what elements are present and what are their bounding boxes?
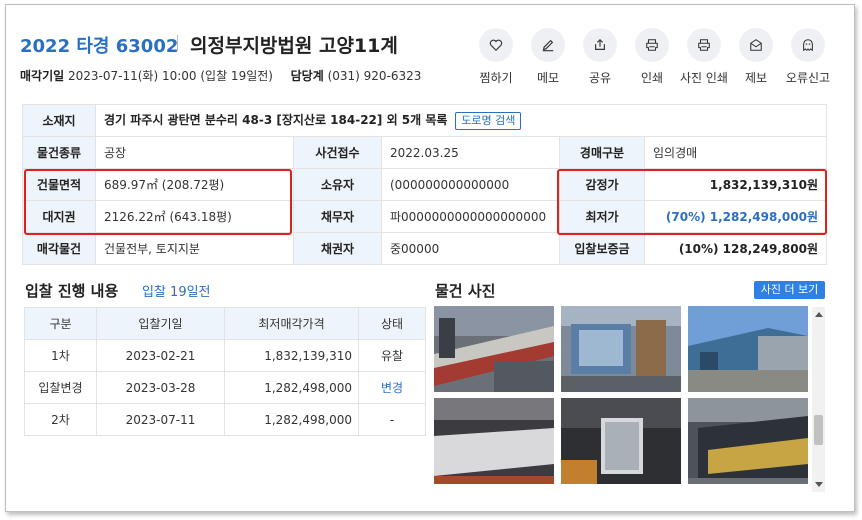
error-report-label: 오류신고 bbox=[785, 71, 831, 85]
bid-status-link[interactable]: 변경 bbox=[358, 371, 426, 404]
type-row: 물건종류 공장 사건접수 2022.03.25 경매구분 임의경매 bbox=[22, 136, 827, 169]
bid-status: 유찰 bbox=[358, 339, 426, 372]
bid-date: 2023-03-28 bbox=[96, 371, 225, 404]
property-photo[interactable] bbox=[688, 398, 808, 484]
table-row: 1차 2023-02-21 1,832,139,310 유찰 bbox=[24, 339, 426, 372]
address-label: 소재지 bbox=[22, 104, 96, 137]
deposit-label: 입찰보증금 bbox=[559, 232, 645, 265]
sale-item-label: 매각물건 bbox=[22, 232, 96, 265]
scroll-up-arrow-icon[interactable] bbox=[815, 312, 823, 317]
dept-label: 담당계 bbox=[290, 69, 324, 83]
print-icon bbox=[698, 39, 710, 51]
share-label: 공유 bbox=[588, 71, 612, 85]
address-value: 경기 파주시 광탄면 분수리 48-3 [장지산로 184-22] 외 5개 목… bbox=[104, 113, 448, 127]
bid-round: 1차 bbox=[24, 339, 97, 372]
photo-print-label: 사진 인쇄 bbox=[680, 71, 728, 85]
bid-header-date: 입찰기일 bbox=[96, 307, 225, 340]
debtor-value: 파0000000000000000000 bbox=[381, 200, 560, 233]
scroll-down-arrow-icon[interactable] bbox=[815, 482, 823, 487]
bid-header-status: 상태 bbox=[358, 307, 426, 340]
case-number: 2022 타경 63002 bbox=[20, 36, 179, 57]
ghost-icon bbox=[803, 39, 813, 52]
bid-price: 1,832,139,310 bbox=[224, 339, 359, 372]
bid-status: - bbox=[358, 403, 426, 436]
received-value: 2022.03.25 bbox=[381, 136, 560, 169]
bid-date: 2023-07-11 bbox=[96, 403, 225, 436]
address-row: 소재지 경기 파주시 광탄면 분수리 48-3 [장지산로 184-22] 외 … bbox=[22, 104, 827, 137]
bid-history-table: 구분 입찰기일 최저매각가격 상태 1차 2023-02-21 1,832,13… bbox=[24, 307, 426, 436]
more-photos-button[interactable]: 사진 더 보기 bbox=[754, 281, 825, 299]
photo-print-button[interactable]: 사진 인쇄 bbox=[674, 28, 734, 86]
property-photo[interactable] bbox=[688, 306, 808, 392]
area-highlight-box bbox=[24, 169, 292, 235]
sale-meta: 매각기일 2023-07-11(화) 10:00 (입찰 19일전) 담당계 (… bbox=[20, 67, 421, 84]
mail-icon bbox=[750, 39, 762, 51]
sale-item-row: 매각물건 건물전부, 토지지분 채권자 중00000 입찰보증금 (10%) 1… bbox=[22, 232, 827, 265]
sale-date-label: 매각기일 bbox=[20, 69, 65, 83]
price-highlight-box bbox=[557, 169, 827, 235]
court-name: 의정부지방법원 고양11계 bbox=[190, 35, 398, 57]
bid-round: 입찰변경 bbox=[24, 371, 97, 404]
bid-header-price: 최저매각가격 bbox=[224, 307, 359, 340]
owner-value: (000000000000000 bbox=[381, 168, 560, 201]
header-divider bbox=[177, 35, 178, 51]
property-photo[interactable] bbox=[561, 306, 681, 392]
bid-section-title: 입찰 진행 내용 bbox=[25, 282, 119, 300]
creditor-value: 중00000 bbox=[381, 232, 560, 265]
property-photo[interactable] bbox=[561, 398, 681, 484]
bid-section-subtitle: 입찰 19일전 bbox=[142, 285, 211, 300]
bid-header-round: 구분 bbox=[24, 307, 97, 340]
memo-label: 메모 bbox=[536, 71, 560, 85]
bid-round: 2차 bbox=[24, 403, 97, 436]
auction-kind-value: 임의경매 bbox=[644, 136, 827, 169]
table-row: 2차 2023-07-11 1,282,498,000 - bbox=[24, 403, 426, 436]
report-button[interactable]: 제보 bbox=[726, 28, 786, 86]
scroll-thumb[interactable] bbox=[814, 415, 823, 445]
bid-price: 1,282,498,000 bbox=[224, 403, 359, 436]
print-label: 인쇄 bbox=[640, 71, 664, 85]
print-icon bbox=[646, 39, 658, 51]
share-icon bbox=[595, 38, 605, 50]
dept-phone: (031) 920-6323 bbox=[327, 69, 422, 83]
error-report-button[interactable]: 오류신고 bbox=[778, 28, 838, 86]
owner-label: 소유자 bbox=[293, 168, 382, 201]
bid-date: 2023-02-21 bbox=[96, 339, 225, 372]
received-label: 사건접수 bbox=[293, 136, 382, 169]
type-label: 물건종류 bbox=[22, 136, 96, 169]
bid-table-header: 구분 입찰기일 최저매각가격 상태 bbox=[24, 307, 426, 340]
favorite-button[interactable]: 찜하기 bbox=[466, 28, 526, 86]
photo-section-title: 물건 사진 bbox=[435, 282, 496, 300]
property-photo[interactable] bbox=[434, 306, 554, 392]
debtor-label: 채무자 bbox=[293, 200, 382, 233]
share-button[interactable]: 공유 bbox=[570, 28, 630, 86]
heart-icon bbox=[489, 39, 503, 52]
table-row: 입찰변경 2023-03-28 1,282,498,000 변경 bbox=[24, 371, 426, 404]
memo-button[interactable]: 메모 bbox=[518, 28, 578, 86]
address-cell: 경기 파주시 광탄면 분수리 48-3 [장지산로 184-22] 외 5개 목… bbox=[95, 104, 827, 137]
edit-icon bbox=[542, 39, 554, 52]
type-value: 공장 bbox=[95, 136, 294, 169]
auction-kind-label: 경매구분 bbox=[559, 136, 645, 169]
property-photo[interactable] bbox=[434, 398, 554, 484]
road-search-button[interactable]: 도로명 검색 bbox=[455, 112, 522, 130]
deposit-value: (10%) 128,249,800원 bbox=[644, 232, 827, 265]
sale-item-value: 건물전부, 토지지분 bbox=[95, 232, 294, 265]
sale-date-value: 2023-07-11(화) 10:00 (입찰 19일전) bbox=[68, 69, 273, 83]
photo-scrollbar[interactable] bbox=[812, 307, 825, 492]
favorite-label: 찜하기 bbox=[479, 71, 513, 85]
creditor-label: 채권자 bbox=[293, 232, 382, 265]
bid-price: 1,282,498,000 bbox=[224, 371, 359, 404]
report-label: 제보 bbox=[744, 71, 768, 85]
print-button[interactable]: 인쇄 bbox=[622, 28, 682, 86]
